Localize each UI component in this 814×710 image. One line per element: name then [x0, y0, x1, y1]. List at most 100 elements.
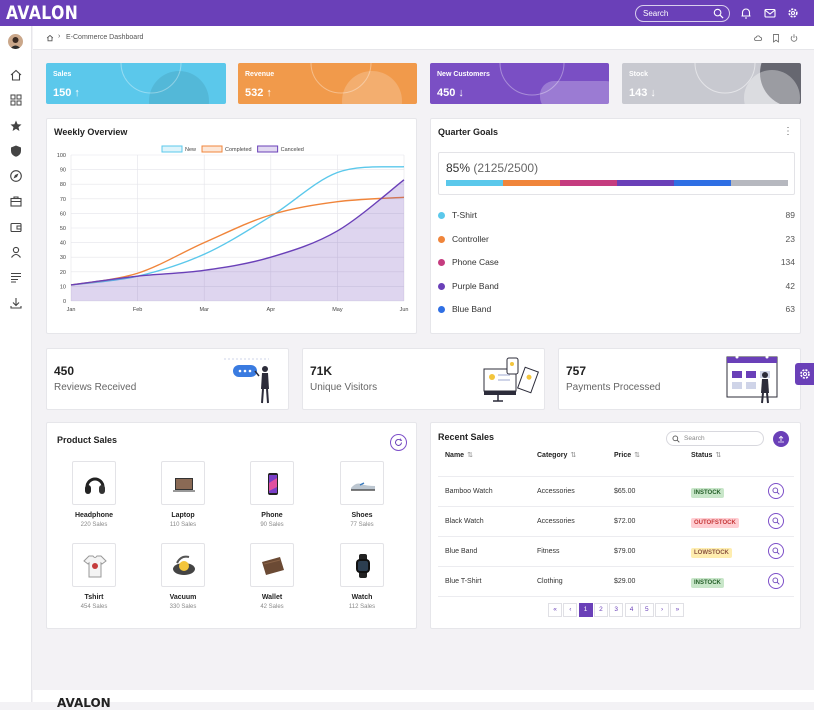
- search-icon: [772, 487, 780, 495]
- watch-icon: [348, 551, 378, 586]
- sort-icon: ⇅: [570, 452, 577, 459]
- bell-icon[interactable]: [739, 6, 753, 20]
- stat-visitors: 71K Unique Visitors: [302, 348, 545, 410]
- page-button[interactable]: 3: [609, 603, 624, 617]
- product-item[interactable]: Headphone 220 Sales: [59, 461, 129, 528]
- cell-name: Black Watch: [445, 518, 484, 525]
- goal-bar-segment: [731, 180, 788, 186]
- kpi-label: Stock: [629, 71, 649, 78]
- column-header[interactable]: Status ⇅: [691, 451, 721, 460]
- product-image: [340, 543, 384, 587]
- y-tick-label: 40: [60, 241, 66, 247]
- page-button[interactable]: 4: [624, 603, 639, 617]
- weekly-overview-card: Weekly Overview 0 10 20 30 40 50 60 70 80 90 100 Ja…: [46, 118, 417, 334]
- sidebar: [0, 26, 32, 702]
- config-toggle-button[interactable]: [795, 363, 814, 385]
- payments-illustration: [726, 355, 778, 404]
- product-item[interactable]: Laptop 110 Sales: [148, 461, 218, 528]
- kpi-new-customers: New Customers 450 ↓: [430, 63, 609, 104]
- top-search-input[interactable]: Search: [635, 5, 730, 22]
- goal-item-name: Controller: [452, 233, 489, 244]
- goal-item: Blue Band 63: [438, 303, 795, 317]
- kpi-value: 450 ↓: [437, 87, 464, 99]
- product-item[interactable]: Wallet 42 Sales: [237, 543, 307, 610]
- upload-button[interactable]: [773, 431, 789, 447]
- grid-icon[interactable]: [9, 93, 23, 107]
- goal-item-value: 63: [785, 304, 795, 314]
- gear-icon[interactable]: [786, 6, 800, 20]
- product-item[interactable]: Tshirt 454 Sales: [59, 543, 129, 610]
- goal-dot: [438, 259, 445, 266]
- view-row-button[interactable]: [768, 483, 784, 499]
- column-header[interactable]: Name ⇅: [445, 451, 473, 460]
- vacuum-icon: [169, 551, 199, 586]
- home-icon[interactable]: [9, 68, 23, 82]
- app-logo[interactable]: AVALON: [6, 2, 78, 24]
- stat-payments: 757 Payments Processed: [558, 348, 801, 410]
- page-button[interactable]: 5: [639, 603, 654, 617]
- y-tick-label: 80: [60, 182, 66, 188]
- recent-search-input[interactable]: Search: [666, 431, 764, 446]
- product-item[interactable]: Shoes 77 Sales: [327, 461, 397, 528]
- shield-icon[interactable]: [9, 144, 23, 158]
- page-button[interactable]: ›: [655, 603, 670, 617]
- view-row-button[interactable]: [768, 573, 784, 589]
- product-item[interactable]: Vacuum 330 Sales: [148, 543, 218, 610]
- goal-bar-segment: [446, 180, 503, 186]
- page-button[interactable]: 1: [578, 603, 593, 617]
- power-icon[interactable]: [789, 33, 799, 43]
- y-tick-label: 30: [60, 255, 66, 261]
- product-item[interactable]: Phone 90 Sales: [237, 461, 307, 528]
- breadcrumb-current: E-Commerce Dashboard: [66, 34, 144, 41]
- cell-category: Accessories: [537, 488, 575, 495]
- cell-name: Blue Band: [445, 548, 478, 555]
- goal-dot: [438, 235, 445, 243]
- view-row-button[interactable]: [768, 513, 784, 529]
- y-tick-label: 90: [60, 168, 66, 174]
- status-badge: INSTOCK: [691, 578, 724, 588]
- bookmark-icon[interactable]: [771, 33, 781, 43]
- status-badge: INSTOCK: [691, 488, 724, 498]
- download-icon[interactable]: [9, 296, 23, 310]
- product-image: [161, 461, 205, 505]
- column-header[interactable]: Price ⇅: [614, 451, 640, 460]
- cell-price: $79.00: [614, 548, 636, 555]
- list-icon[interactable]: [9, 270, 23, 284]
- page-button[interactable]: ‹: [563, 603, 578, 617]
- search-icon: [772, 577, 780, 585]
- refresh-button[interactable]: [390, 434, 407, 451]
- table-row: Black Watch Accessories $72.00 OUTOFSTOCK: [438, 507, 794, 537]
- upload-icon: [778, 435, 784, 443]
- compass-icon[interactable]: [9, 169, 23, 183]
- avatar[interactable]: [8, 34, 23, 49]
- user-icon[interactable]: [9, 245, 23, 259]
- star-icon[interactable]: [9, 119, 23, 133]
- briefcase-icon[interactable]: [9, 194, 23, 208]
- kebab-menu-icon[interactable]: ⋮: [783, 127, 793, 137]
- kpi-sales: Sales 150 ↑: [46, 63, 226, 104]
- breadcrumb-home-icon[interactable]: [46, 34, 54, 42]
- goal-count: (2125/2500): [473, 161, 539, 175]
- product-item[interactable]: Watch 112 Sales: [327, 543, 397, 610]
- cloud-icon[interactable]: [753, 33, 763, 43]
- goal-progress-bar: [446, 180, 788, 186]
- page-button[interactable]: »: [670, 603, 685, 617]
- mail-icon[interactable]: [763, 6, 777, 20]
- view-row-button[interactable]: [768, 543, 784, 559]
- page-button[interactable]: «: [548, 603, 562, 617]
- page-button[interactable]: 2: [593, 603, 608, 617]
- goal-percent: 85%: [446, 161, 471, 175]
- wallet-nav-icon[interactable]: [9, 220, 23, 234]
- kpi-value: 532 ↑: [245, 87, 272, 99]
- settings-gear-icon: [800, 369, 810, 379]
- product-name: Headphone: [74, 512, 114, 519]
- table-row: Blue Band Fitness $79.00 LOWSTOCK: [438, 537, 794, 567]
- stat-label: Unique Visitors: [310, 382, 378, 393]
- y-tick-label: 20: [60, 270, 66, 276]
- x-tick-label: Mar: [199, 307, 209, 313]
- table-row: Blue T-Shirt Clothing $29.00 INSTOCK: [438, 567, 794, 597]
- product-name: Wallet: [261, 594, 283, 601]
- goal-bar-segment: [617, 180, 674, 186]
- column-header[interactable]: Category ⇅: [537, 451, 577, 460]
- shoes-icon: [348, 469, 378, 504]
